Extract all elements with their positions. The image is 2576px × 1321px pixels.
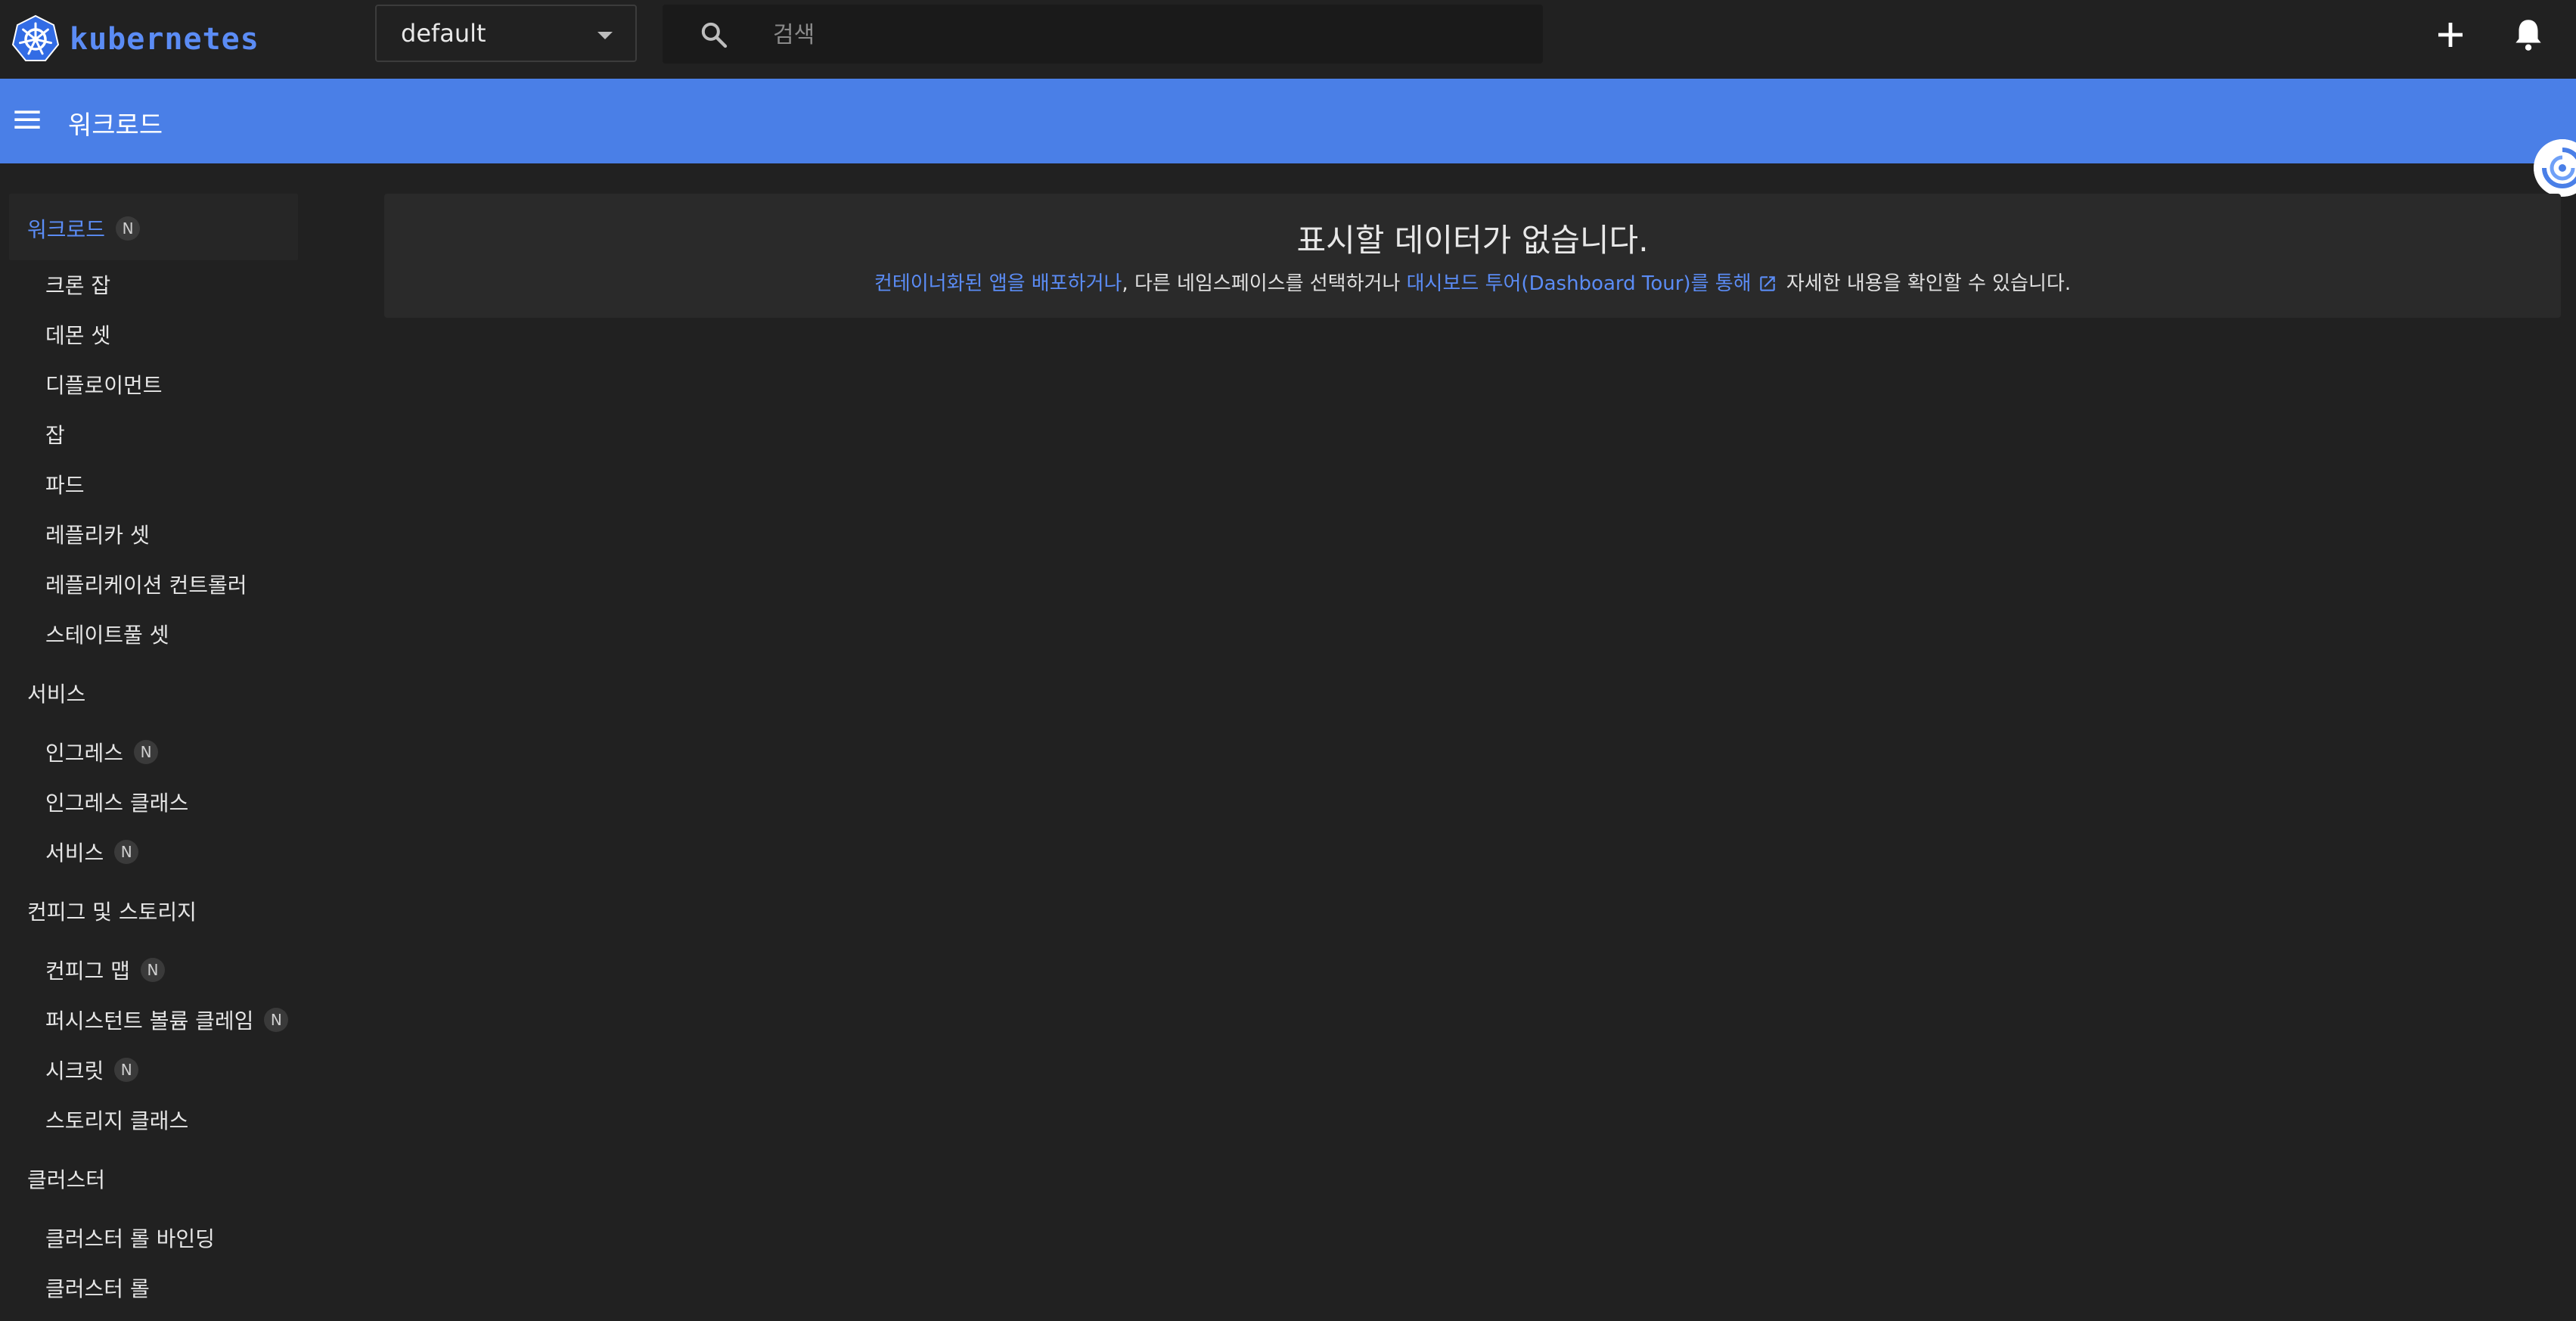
empty-state-text-middle: , 다른 네임스페이스를 선택하거나 [1122,272,1407,295]
sidebar-item-label: 파드 [45,473,85,498]
sidebar-item-cluster-role-bindings[interactable]: 클러스터 롤 바인딩 [45,1223,215,1253]
sidebar-item-label: 클러스터 롤 [45,1276,150,1301]
sidebar-item-label: 시크릿 [45,1058,104,1083]
sidebar-item-replicasets[interactable]: 레플리카 셋 [45,519,150,549]
sidebar-item-label: 컨피그 맵 [45,959,130,984]
sidebar-item-replication-controllers[interactable]: 레플리케이션 컨트롤러 [45,569,247,599]
search-box[interactable] [663,5,1543,65]
sidebar-item-statefulsets[interactable]: 스테이트풀 셋 [45,619,169,649]
empty-state-description: 컨테이너화된 앱을 배포하거나, 다른 네임스페이스를 선택하거나 대시보드 투… [384,268,2561,296]
sidebar-item-label: 서비스 [45,841,104,866]
new-badge: N [140,958,165,982]
sidebar-item-label: 인그레스 [45,741,124,766]
new-badge: N [114,1058,139,1082]
sidebar-item-label: 데몬 셋 [45,323,111,348]
sidebar-item-daemonsets[interactable]: 데몬 셋 [45,319,110,350]
page-title: 워크로드 [68,110,163,141]
namespace-select[interactable]: default [375,5,637,62]
dashboard-tour-link[interactable]: 대시보드 투어(Dashboard Tour)를 통해 [1407,272,1752,295]
sidebar-item-storage-classes[interactable]: 스토리지 클래스 [45,1105,188,1135]
sidebar-item-label: 클러스터 롤 바인딩 [45,1226,215,1251]
bell-icon[interactable] [2509,15,2547,53]
logo-text: kubernetes [70,22,259,57]
sidebar-item-cluster-roles[interactable]: 클러스터 롤 [45,1273,150,1303]
sidebar-item-cronjobs[interactable]: 크론 잡 [45,269,110,300]
sidebar-item-label: 레플리카 셋 [45,523,150,548]
header-bar: 워크로드 [0,79,2576,163]
sidebar-section-config-storage[interactable]: 컨피그 및 스토리지 [27,896,197,926]
namespace-value: default [401,19,486,48]
sidebar-item-deployments[interactable]: 디플로이먼트 [45,369,163,399]
sidebar-item-pods[interactable]: 파드 [45,469,85,499]
sidebar-item-label: 컨피그 및 스토리지 [27,900,197,925]
empty-state-title: 표시할 데이터가 없습니다. [1296,222,1649,259]
sidebar-item-jobs[interactable]: 잡 [45,419,65,449]
sidebar-item-services[interactable]: 서비스 N [45,837,139,867]
sidebar-item-label: 워크로드 [27,217,106,242]
sidebar: 워크로드 N 크론 잡 데몬 셋 디플로이먼트 잡 파드 레플리카 셋 레플리케… [0,163,318,1321]
sidebar-item-label: 인그레스 클래스 [45,791,189,816]
caret-down-icon [597,32,613,39]
deploy-app-link[interactable]: 컨테이너화된 앱을 배포하거나 [874,272,1122,295]
empty-state-text-end: 자세한 내용을 확인할 수 있습니다. [1780,272,2072,295]
sidebar-item-secrets[interactable]: 시크릿 N [45,1055,139,1085]
external-link-icon[interactable] [1758,274,1777,294]
kubernetes-logo-icon [11,14,60,61]
new-badge: N [264,1008,289,1032]
sidebar-item-label: 서비스 [27,682,86,707]
sidebar-item-label: 스토리지 클래스 [45,1108,189,1133]
sidebar-item-persistent-volume-claims[interactable]: 퍼시스턴트 볼륨 클레임 N [45,1005,289,1035]
empty-state-card: 표시할 데이터가 없습니다. 컨테이너화된 앱을 배포하거나, 다른 네임스페이… [384,194,2561,318]
sidebar-item-configmaps[interactable]: 컨피그 맵 N [45,955,165,985]
sidebar-item-ingress-classes[interactable]: 인그레스 클래스 [45,787,188,817]
sidebar-item-label: 크론 잡 [45,273,111,298]
new-badge: N [134,740,159,764]
kubernetes-logo[interactable]: kubernetes [11,8,259,71]
sidebar-item-label: 레플리케이션 컨트롤러 [45,573,247,598]
search-input[interactable] [771,5,1516,65]
sidebar-item-ingresses[interactable]: 인그레스 N [45,737,159,767]
sidebar-item-label: 스테이트풀 셋 [45,623,169,648]
sidebar-section-cluster[interactable]: 클러스터 [27,1164,105,1194]
menu-icon[interactable] [12,104,42,135]
top-bar: kubernetes default [0,0,2576,79]
sidebar-section-services[interactable]: 서비스 [27,678,85,708]
add-icon[interactable] [2432,17,2469,53]
sidebar-item-label: 클러스터 [27,1167,106,1192]
sidebar-item-workloads[interactable]: 워크로드 N [27,213,141,244]
new-badge: N [114,840,139,864]
new-badge: N [116,216,141,241]
search-icon [701,22,728,48]
sidebar-item-label: 잡 [45,423,65,448]
sidebar-item-label: 디플로이먼트 [45,373,163,398]
sidebar-item-label: 퍼시스턴트 볼륨 클레임 [45,1009,254,1033]
